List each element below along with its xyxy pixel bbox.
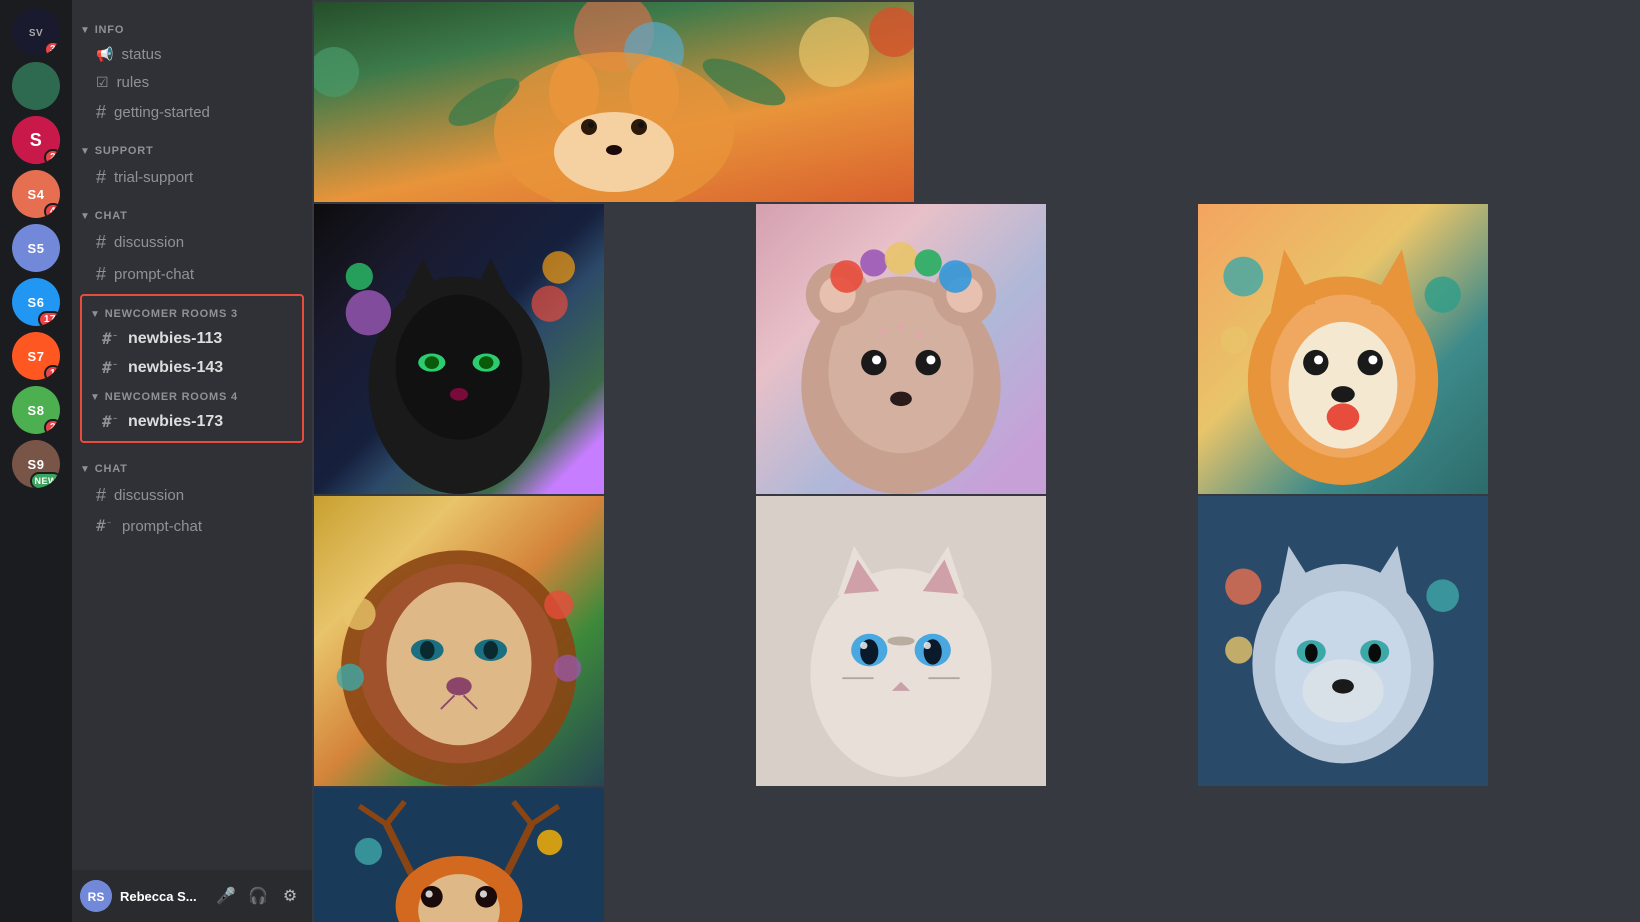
- channel-prompt-chat[interactable]: #prompt-chat: [80, 259, 304, 290]
- category-newcomer-rooms-4[interactable]: ▼ NEWCOMER ROOMS 4: [82, 383, 302, 407]
- channel-getting-started[interactable]: #getting-started: [80, 97, 304, 128]
- svg-text:#: #: [102, 413, 112, 431]
- category-info[interactable]: ▼ INFO: [72, 8, 312, 40]
- server-icon-s4[interactable]: S44: [12, 170, 60, 218]
- channel-discussion[interactable]: #discussion: [80, 227, 304, 258]
- server-sidebar: SV3 S2 S44 S5 S617 S71 S82 S9NEW: [0, 0, 72, 922]
- image-wolf: [1198, 496, 1488, 786]
- server-icon-s3[interactable]: S2: [12, 116, 60, 164]
- svg-text:#: #: [102, 330, 112, 348]
- image-bear: [756, 204, 1046, 494]
- image-panther: [314, 204, 604, 494]
- svg-text:#: #: [96, 517, 106, 535]
- image-lion: [314, 496, 604, 786]
- channel-newbies-173[interactable]: # ~ newbies-173: [86, 408, 298, 436]
- channel-trial-support[interactable]: #trial-support: [80, 162, 304, 193]
- user-info: Rebecca S...: [120, 889, 204, 904]
- channel-rules[interactable]: ☑rules: [80, 69, 304, 96]
- channel-newbies-143[interactable]: # ~ newbies-143: [86, 354, 298, 382]
- user-panel: RS Rebecca S... 🎤 🎧 ⚙: [72, 870, 312, 922]
- channel-sidebar: ▼ INFO📢status☑rules#getting-started▼ SUP…: [72, 0, 312, 922]
- svg-text:S: S: [30, 130, 43, 150]
- image-fox-flowers: [314, 2, 914, 202]
- category-chat[interactable]: ▼ CHAT: [72, 447, 312, 479]
- channel-list: ▼ INFO📢status☑rules#getting-started▼ SUP…: [72, 0, 312, 870]
- channel-newbies-113[interactable]: # ~ newbies-113: [86, 325, 298, 353]
- svg-text:#: #: [102, 359, 112, 377]
- server-icon-s1[interactable]: SV3: [12, 8, 60, 56]
- channel-discussion[interactable]: #discussion: [80, 480, 304, 511]
- svg-text:~: ~: [107, 520, 111, 527]
- category-chat[interactable]: ▼ CHAT: [72, 194, 312, 226]
- svg-text:SV: SV: [29, 28, 43, 39]
- channel-prompt-chat[interactable]: #~prompt-chat: [80, 512, 304, 540]
- server-icon-s6[interactable]: S617: [12, 278, 60, 326]
- user-controls: 🎤 🎧 ⚙: [212, 882, 304, 910]
- image-cat: [756, 496, 1046, 786]
- server-icon-s8[interactable]: S82: [12, 386, 60, 434]
- user-name: Rebecca S...: [120, 889, 204, 904]
- server-icon-s2[interactable]: [12, 62, 60, 110]
- server-icon-s5[interactable]: S5: [12, 224, 60, 272]
- svg-text:~: ~: [113, 333, 117, 340]
- server-icon-s7[interactable]: S71: [12, 332, 60, 380]
- image-grid: [312, 0, 1640, 922]
- image-corgi: [1198, 204, 1488, 494]
- main-content: [312, 0, 1640, 922]
- svg-text:RS: RS: [88, 890, 105, 904]
- svg-text:~: ~: [113, 362, 117, 369]
- server-icon-s9[interactable]: S9NEW: [12, 440, 60, 488]
- channel-status[interactable]: 📢status: [80, 41, 304, 68]
- image-deer: [314, 788, 604, 922]
- category-support[interactable]: ▼ SUPPORT: [72, 129, 312, 161]
- headphone-button[interactable]: 🎧: [244, 882, 272, 910]
- settings-button[interactable]: ⚙: [276, 882, 304, 910]
- category-newcomer-rooms-3[interactable]: ▼ NEWCOMER ROOMS 3: [82, 300, 302, 324]
- highlighted-newcomer-sections: ▼ NEWCOMER ROOMS 3 # ~ newbies-113 # ~ n…: [80, 294, 304, 443]
- mic-button[interactable]: 🎤: [212, 882, 240, 910]
- svg-text:~: ~: [113, 416, 117, 423]
- avatar: RS: [80, 880, 112, 912]
